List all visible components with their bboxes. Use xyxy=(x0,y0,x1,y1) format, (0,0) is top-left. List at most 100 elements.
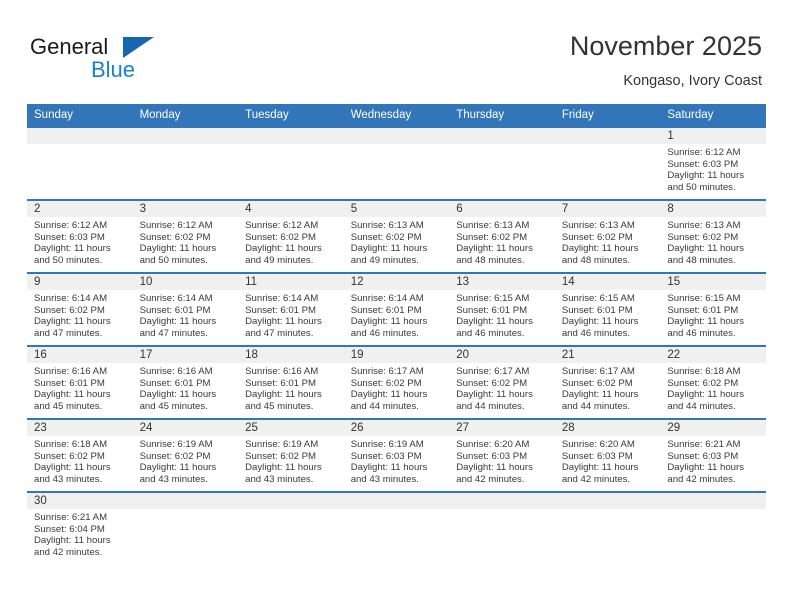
day-detail-line: Sunrise: 6:13 AM xyxy=(350,220,424,231)
day-number: 25 xyxy=(238,420,344,436)
day-details: Sunrise: 6:18 AM Sunset: 6:02 PM Daylight:… xyxy=(27,436,133,485)
day-detail-line: Sunrise: 6:16 AM xyxy=(34,366,108,377)
day-details: Sunrise: 6:12 AM Sunset: 6:02 PM Daylight:… xyxy=(133,217,239,266)
day-detail-line: Daylight: 11 hours xyxy=(667,462,744,474)
day-detail-line: Sunrise: 6:14 AM xyxy=(245,293,319,304)
day-detail-line: Daylight: 11 hours xyxy=(456,316,533,328)
day-number: 18 xyxy=(238,347,344,363)
day-detail-line: Daylight: 11 hours xyxy=(561,462,639,474)
calendar-day-cell[interactable]: 9 Sunrise: 6:14 AM Sunset: 6:02 PM Daylight… xyxy=(27,272,133,346)
weekday-header-friday: Friday xyxy=(554,104,661,127)
calendar-day-cell[interactable]: 7 Sunrise: 6:13 AM Sunset: 6:02 PM Daylight… xyxy=(554,199,661,273)
day-number: 12 xyxy=(343,274,450,290)
day-detail-line: and 50 minutes. xyxy=(34,254,103,266)
calendar-day-cell[interactable]: 23 Sunrise: 6:18 AM Sunset: 6:02 PM Dayligh… xyxy=(27,418,133,492)
calendar-day-cell[interactable]: 27 Sunrise: 6:20 AM Sunset: 6:03 PM Dayligh… xyxy=(449,418,555,492)
day-detail-line: and 43 minutes. xyxy=(245,473,314,485)
calendar-day-cell[interactable]: 10 Sunrise: 6:14 AM Sunset: 6:01 PM Dayligh… xyxy=(132,272,239,346)
day-detail-line: Sunrise: 6:16 AM xyxy=(245,366,319,377)
calendar-day-cell[interactable]: 17 Sunrise: 6:16 AM Sunset: 6:01 PM Dayligh… xyxy=(132,345,239,419)
calendar-day-cell[interactable]: 1 Sunrise: 6:12 AM Sunset: 6:03 PM Daylight… xyxy=(660,126,766,200)
day-detail-line: Sunrise: 6:17 AM xyxy=(350,366,424,377)
day-detail-line: Sunset: 6:02 PM xyxy=(350,377,422,389)
calendar-day-cell[interactable]: 14 Sunrise: 6:15 AM Sunset: 6:01 PM Dayligh… xyxy=(554,272,661,346)
day-detail-line: and 42 minutes. xyxy=(456,473,525,485)
day-detail-line: Sunrise: 6:20 AM xyxy=(561,439,635,450)
calendar-week-row: 23 Sunrise: 6:18 AM Sunset: 6:02 PM Dayligh… xyxy=(27,418,766,492)
day-number: 7 xyxy=(554,201,661,217)
calendar-day-cell[interactable]: 19 Sunrise: 6:17 AM Sunset: 6:02 PM Dayligh… xyxy=(343,345,450,419)
calendar-header-row: Sunday Monday Tuesday Wednesday Thursday Frid… xyxy=(27,104,766,127)
day-detail-line: Sunset: 6:02 PM xyxy=(561,231,633,243)
day-details: Sunrise: 6:16 AM Sunset: 6:01 PM Daylight:… xyxy=(27,363,133,412)
calendar-day-cell[interactable]: 11 Sunrise: 6:14 AM Sunset: 6:01 PM Dayligh… xyxy=(238,272,344,346)
day-number: 2 xyxy=(27,201,133,217)
day-detail-line: and 48 minutes. xyxy=(456,254,525,266)
day-number: 10 xyxy=(132,274,239,290)
day-number xyxy=(554,493,661,509)
day-detail-line: and 44 minutes. xyxy=(456,400,525,412)
calendar-day-cell[interactable]: 13 Sunrise: 6:15 AM Sunset: 6:01 PM Dayligh… xyxy=(449,272,555,346)
calendar-day-cell[interactable]: 15 Sunrise: 6:15 AM Sunset: 6:01 PM Dayligh… xyxy=(660,272,766,346)
calendar-day-cell[interactable]: 2 Sunrise: 6:12 AM Sunset: 6:03 PM Daylight… xyxy=(27,199,133,273)
day-detail-line: and 44 minutes. xyxy=(350,400,419,412)
calendar-day-cell[interactable]: 18 Sunrise: 6:16 AM Sunset: 6:01 PM Dayligh… xyxy=(238,345,344,419)
weekday-header-wednesday: Wednesday xyxy=(343,104,450,127)
calendar-day-cell[interactable]: 21 Sunrise: 6:17 AM Sunset: 6:02 PM Dayligh… xyxy=(554,345,661,419)
calendar-day-cell[interactable]: 4 Sunrise: 6:12 AM Sunset: 6:02 PM Daylight… xyxy=(238,199,344,273)
calendar-empty-cell xyxy=(343,126,450,200)
calendar-empty-cell xyxy=(554,126,661,200)
calendar-day-cell[interactable]: 28 Sunrise: 6:20 AM Sunset: 6:03 PM Dayligh… xyxy=(554,418,661,492)
day-detail-line: Daylight: 11 hours xyxy=(456,389,533,401)
calendar-week-row: 1 Sunrise: 6:12 AM Sunset: 6:03 PM Daylight… xyxy=(27,126,766,200)
day-number: 15 xyxy=(660,274,766,290)
calendar-day-cell[interactable]: 29 Sunrise: 6:21 AM Sunset: 6:03 PM Dayligh… xyxy=(660,418,766,492)
day-number xyxy=(343,128,450,144)
calendar-page: General Blue November 2025 Kongaso, Ivor… xyxy=(0,0,792,612)
day-detail-line: Sunrise: 6:18 AM xyxy=(34,439,108,450)
weekday-header-sunday: Sunday xyxy=(27,104,133,127)
day-detail-line: and 45 minutes. xyxy=(34,400,103,412)
day-detail-line: and 50 minutes. xyxy=(667,181,736,193)
day-detail-line: Daylight: 11 hours xyxy=(350,462,428,474)
calendar-day-cell[interactable]: 22 Sunrise: 6:18 AM Sunset: 6:02 PM Dayligh… xyxy=(660,345,766,419)
day-number: 22 xyxy=(660,347,766,363)
calendar-day-cell[interactable]: 20 Sunrise: 6:17 AM Sunset: 6:02 PM Dayligh… xyxy=(449,345,555,419)
day-detail-line: Sunset: 6:02 PM xyxy=(245,450,317,462)
day-detail-line: Sunrise: 6:13 AM xyxy=(667,220,741,231)
day-detail-line: Daylight: 11 hours xyxy=(34,316,111,328)
calendar-empty-cell xyxy=(343,491,450,565)
calendar-empty-cell xyxy=(449,126,555,200)
calendar-empty-cell xyxy=(27,126,133,200)
day-details: Sunrise: 6:17 AM Sunset: 6:02 PM Daylight:… xyxy=(449,363,555,412)
day-details: Sunrise: 6:18 AM Sunset: 6:02 PM Daylight:… xyxy=(660,363,766,412)
day-detail-line: Sunrise: 6:21 AM xyxy=(667,439,741,450)
day-detail-line: Sunset: 6:01 PM xyxy=(139,304,211,316)
calendar-day-cell[interactable]: 25 Sunrise: 6:19 AM Sunset: 6:02 PM Dayligh… xyxy=(238,418,344,492)
day-number xyxy=(27,128,133,144)
calendar-day-cell[interactable]: 8 Sunrise: 6:13 AM Sunset: 6:02 PM Daylight… xyxy=(660,199,766,273)
day-number: 14 xyxy=(554,274,661,290)
calendar-day-cell[interactable]: 5 Sunrise: 6:13 AM Sunset: 6:02 PM Daylight… xyxy=(343,199,450,273)
calendar-day-cell[interactable]: 24 Sunrise: 6:19 AM Sunset: 6:02 PM Dayligh… xyxy=(132,418,239,492)
calendar-empty-cell xyxy=(554,491,661,565)
calendar-day-cell[interactable]: 26 Sunrise: 6:19 AM Sunset: 6:03 PM Dayligh… xyxy=(343,418,450,492)
calendar-day-cell[interactable]: 16 Sunrise: 6:16 AM Sunset: 6:01 PM Dayligh… xyxy=(27,345,133,419)
day-number: 29 xyxy=(660,420,766,436)
day-number xyxy=(238,128,344,144)
calendar-day-cell[interactable]: 30 Sunrise: 6:21 AM Sunset: 6:04 PM Dayligh… xyxy=(27,491,133,565)
day-details: Sunrise: 6:14 AM Sunset: 6:01 PM Daylight:… xyxy=(238,290,344,339)
day-number: 11 xyxy=(238,274,344,290)
day-detail-line: Daylight: 11 hours xyxy=(139,462,217,474)
day-detail-line: and 46 minutes. xyxy=(456,327,525,339)
calendar-day-cell[interactable]: 3 Sunrise: 6:12 AM Sunset: 6:02 PM Daylight… xyxy=(132,199,239,273)
day-detail-line: Daylight: 11 hours xyxy=(667,170,744,182)
day-detail-line: and 47 minutes. xyxy=(139,327,208,339)
day-detail-line: Daylight: 11 hours xyxy=(245,462,322,474)
day-number: 24 xyxy=(132,420,239,436)
calendar-day-cell[interactable]: 12 Sunrise: 6:14 AM Sunset: 6:01 PM Dayligh… xyxy=(343,272,450,346)
day-number: 8 xyxy=(660,201,766,217)
day-number: 6 xyxy=(449,201,555,217)
day-number xyxy=(132,128,239,144)
calendar-day-cell[interactable]: 6 Sunrise: 6:13 AM Sunset: 6:02 PM Daylight… xyxy=(449,199,555,273)
